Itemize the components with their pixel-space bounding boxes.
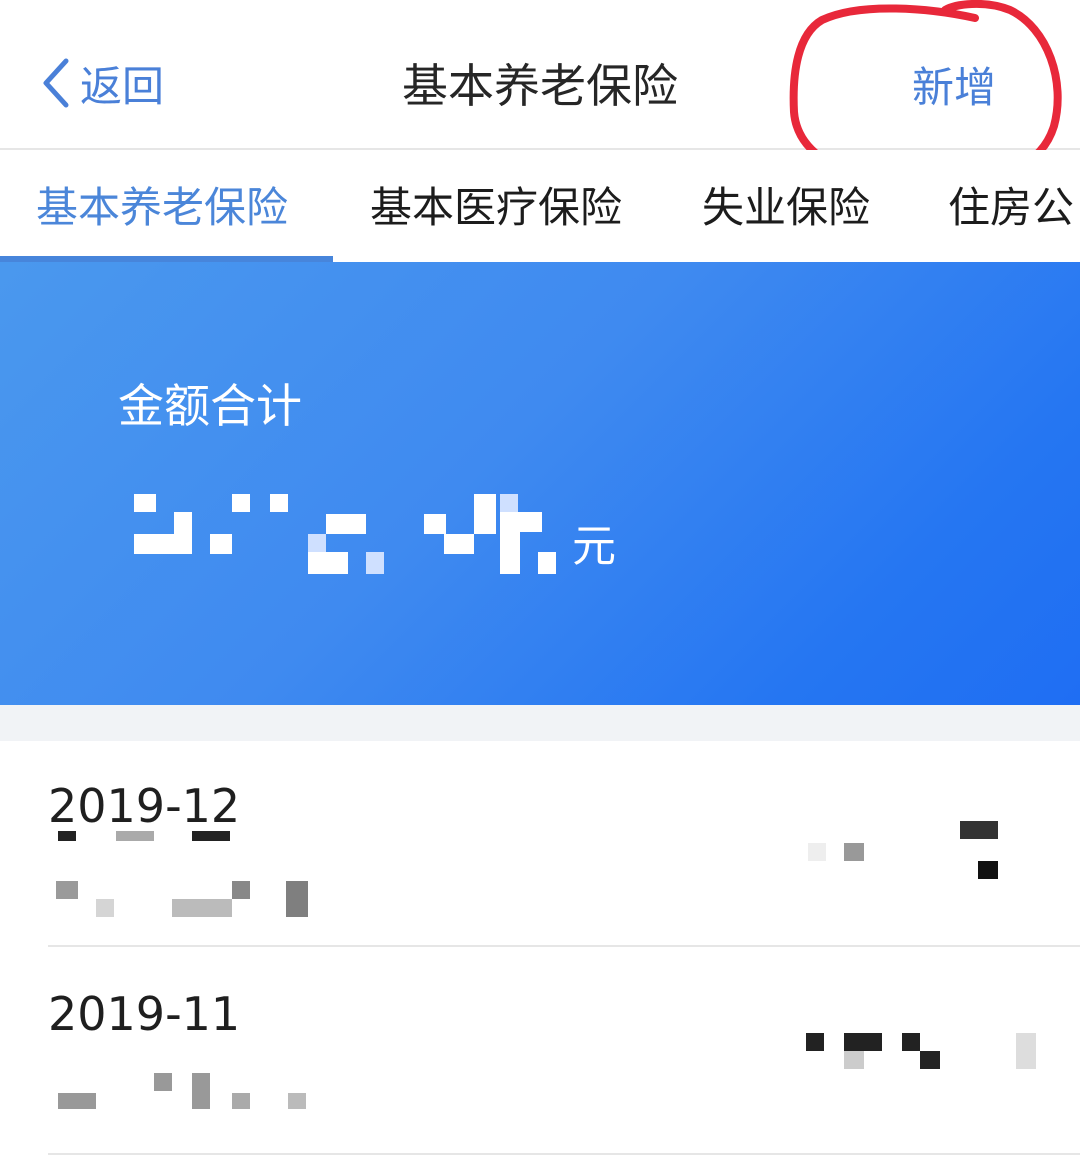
record-amount-pixelated: [806, 1033, 1046, 1077]
add-new-button[interactable]: 新增: [912, 54, 996, 115]
tab-housing-fund[interactable]: 住房公: [948, 174, 1074, 235]
record-detail-pixelated: [48, 831, 308, 921]
tab-medical-insurance[interactable]: 基本医疗保险: [370, 174, 622, 235]
tab-unemployment-insurance[interactable]: 失业保险: [702, 174, 870, 235]
tab-pension-insurance[interactable]: 基本养老保险: [36, 174, 288, 235]
record-row[interactable]: 2019-11: [0, 949, 1080, 1155]
record-month: 2019-12: [48, 779, 241, 833]
currency-unit: 元: [572, 521, 616, 572]
record-amount-pixelated: [800, 821, 1040, 891]
record-row[interactable]: 2019-12: [0, 741, 1080, 947]
section-gap: [0, 705, 1080, 741]
record-detail-pixelated: [48, 1069, 308, 1113]
total-amount-pixelated: [134, 494, 564, 574]
total-amount-label: 金额合计: [118, 379, 302, 433]
summary-banner: 金额合计 元: [0, 262, 1080, 705]
record-month: 2019-11: [48, 987, 241, 1041]
row-divider: [48, 1153, 1080, 1155]
navigation-bar: 返回 基本养老保险 新增: [0, 0, 1080, 150]
row-divider: [48, 945, 1080, 947]
insurance-tabs: 基本养老保险 基本医疗保险 失业保险 住房公: [0, 150, 1080, 264]
